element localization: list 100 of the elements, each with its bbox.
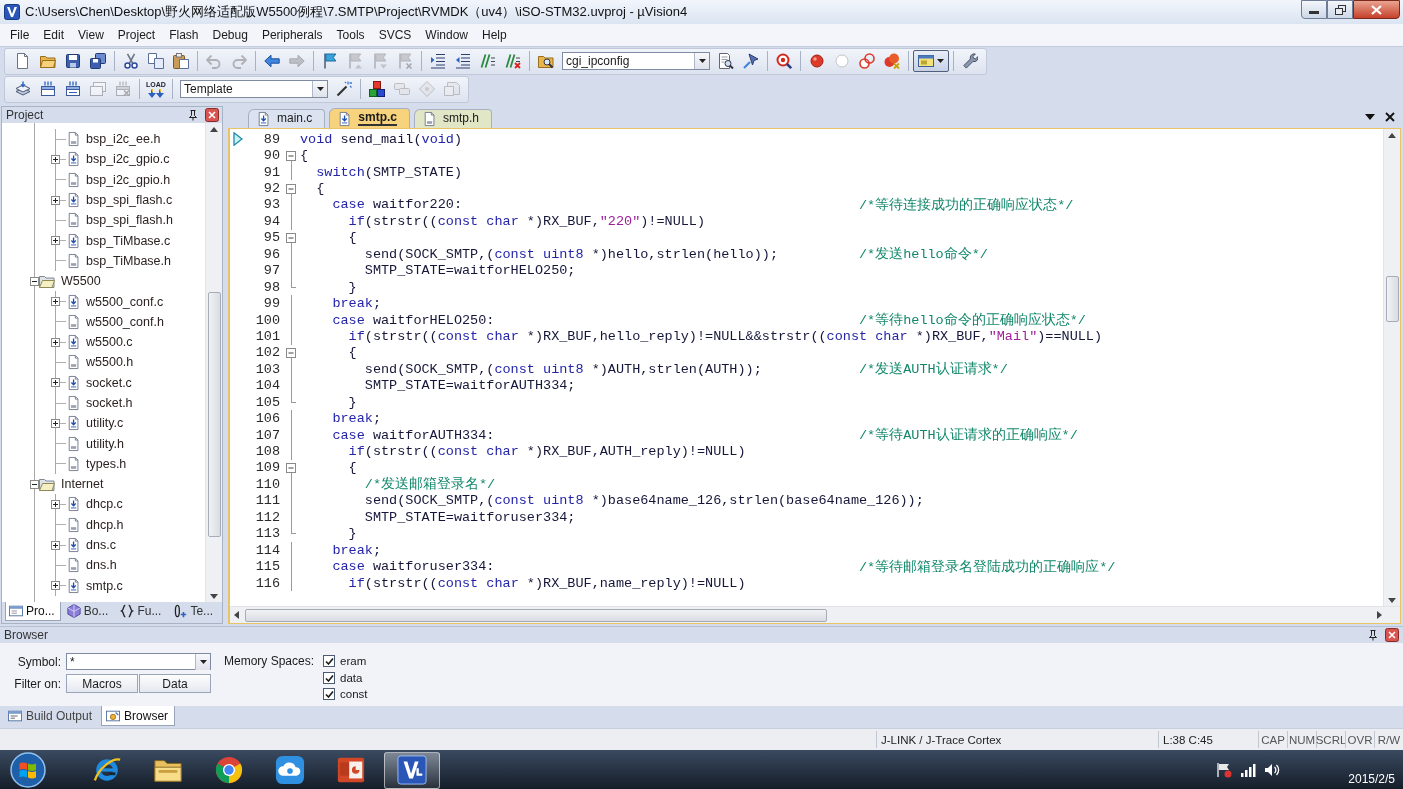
expand-icon[interactable]: [51, 540, 60, 550]
panel-tab[interactable]: Build Output: [3, 706, 100, 726]
editor-tab[interactable]: smtp.c: [329, 108, 411, 128]
scrollbar[interactable]: [205, 123, 222, 602]
checkbox[interactable]: [323, 655, 336, 668]
close-icon[interactable]: [1385, 628, 1399, 642]
close-icon: [1371, 4, 1382, 15]
line-number: 109: [254, 460, 281, 476]
expand-icon[interactable]: [51, 581, 60, 591]
menu-item[interactable]: View: [71, 26, 111, 44]
scrollbar[interactable]: [1383, 129, 1400, 606]
tree-group[interactable]: Internet: [61, 477, 104, 492]
expand-icon[interactable]: [51, 378, 60, 388]
tree-group[interactable]: W5500: [61, 274, 101, 289]
editor-tab[interactable]: main.c: [248, 109, 326, 128]
taskbar-button[interactable]: [384, 751, 440, 789]
speaker-icon[interactable]: [1264, 762, 1281, 778]
close-icon[interactable]: [1385, 112, 1395, 122]
debugger-status: J-LINK / J-Trace Cortex: [876, 731, 1158, 748]
tree-item[interactable]: utility.h: [86, 436, 124, 451]
window-menu-button[interactable]: [913, 50, 949, 72]
tree-item[interactable]: utility.c: [86, 416, 124, 431]
pin-icon[interactable]: [1367, 629, 1379, 641]
signal-bars-icon[interactable]: [1240, 762, 1257, 778]
maximize-button[interactable]: [1327, 0, 1353, 19]
menu-item[interactable]: Edit: [36, 26, 72, 44]
close-icon[interactable]: [205, 108, 219, 122]
scrollbar-thumb[interactable]: [1385, 276, 1399, 322]
checkbox-label[interactable]: const: [340, 688, 368, 701]
menu-item[interactable]: SVCS: [371, 26, 419, 44]
target-combo[interactable]: Template: [180, 80, 328, 98]
line-number: 114: [254, 542, 281, 558]
dropdown-icon[interactable]: [1365, 114, 1375, 120]
panel-tab[interactable]: Browser: [101, 706, 176, 726]
tree-item[interactable]: dhcp.c: [86, 497, 123, 512]
tree-item[interactable]: w5500.c: [86, 335, 133, 350]
caret-icon: [316, 87, 324, 91]
expand-icon[interactable]: [51, 500, 60, 509]
tree-item[interactable]: socket.c: [86, 375, 132, 390]
header-file-icon: [67, 435, 81, 452]
expand-icon[interactable]: [51, 337, 60, 347]
tree-item[interactable]: bsp_spi_flash.c: [86, 193, 173, 208]
menu-item[interactable]: File: [3, 26, 37, 44]
rings-icon: [859, 53, 875, 69]
tree-item[interactable]: bsp_TiMbase.h: [86, 253, 171, 268]
tree-item[interactable]: smtp.c: [86, 578, 123, 593]
menu-item[interactable]: Peripherals: [254, 26, 330, 44]
filter-button[interactable]: Macros: [66, 674, 138, 693]
expand-icon[interactable]: [51, 418, 60, 428]
scrollbar[interactable]: [230, 606, 1400, 623]
menu-item[interactable]: Debug: [205, 26, 255, 44]
menu-item[interactable]: Window: [418, 26, 475, 44]
editor-tab[interactable]: smtp.h: [414, 109, 493, 128]
find-combo[interactable]: cgi_ipconfig: [562, 52, 710, 70]
minimize-button[interactable]: [1301, 0, 1327, 19]
tree-item[interactable]: dhcp.h: [86, 517, 124, 532]
tree-item[interactable]: bsp_i2c_gpio.c: [86, 152, 170, 167]
expand-icon[interactable]: [51, 236, 60, 246]
tree-item[interactable]: w5500_conf.c: [86, 294, 164, 309]
tree-item[interactable]: bsp_i2c_ee.h: [86, 132, 161, 147]
tree-item[interactable]: types.h: [86, 456, 127, 471]
tree-item[interactable]: w5500_conf.h: [86, 314, 164, 329]
tree-item[interactable]: dns.h: [86, 558, 117, 573]
close-button[interactable]: [1353, 0, 1400, 19]
stack-icon: [444, 81, 460, 97]
line-number: 115: [254, 559, 281, 575]
scrollbar-thumb[interactable]: [245, 608, 827, 622]
flag-icon: [322, 53, 338, 69]
tree-item[interactable]: bsp_TiMbase.c: [86, 233, 171, 248]
checkbox[interactable]: [323, 688, 336, 701]
gem-book-icon: [66, 604, 81, 618]
collapse-icon[interactable]: [30, 276, 39, 286]
menu-item[interactable]: Tools: [329, 26, 372, 44]
tree-item[interactable]: bsp_spi_flash.h: [86, 213, 173, 228]
panel-tab[interactable]: Fu...: [116, 602, 168, 621]
tree-item[interactable]: socket.h: [86, 396, 133, 410]
symbol-combo[interactable]: *: [66, 653, 211, 670]
scrollbar-thumb[interactable]: [207, 292, 221, 537]
date-label[interactable]: 2015/2/5: [1348, 752, 1395, 788]
panel-tab[interactable]: Pro...: [5, 602, 61, 621]
checkbox[interactable]: [323, 671, 336, 684]
tree-item[interactable]: w5500.h: [86, 355, 134, 370]
dots-cross-icon: [884, 53, 900, 69]
expand-icon[interactable]: [51, 195, 60, 205]
expand-icon[interactable]: [51, 297, 60, 306]
expand-icon[interactable]: [51, 154, 60, 164]
tree-item[interactable]: dns.c: [86, 538, 116, 553]
pin-icon[interactable]: [187, 109, 199, 121]
filter-button[interactable]: Data: [139, 674, 211, 693]
menu-item[interactable]: Flash: [162, 26, 206, 44]
checkbox-label[interactable]: data: [340, 671, 363, 684]
collapse-icon[interactable]: [30, 479, 39, 489]
panel-tab[interactable]: Te...: [169, 602, 220, 621]
flag-icon[interactable]: [1216, 762, 1233, 778]
menu-item[interactable]: Help: [475, 26, 514, 44]
checkbox-label[interactable]: eram: [340, 655, 367, 668]
panel-tab[interactable]: Bo...: [62, 602, 115, 621]
field-label: Symbol:: [16, 654, 62, 669]
tree-item[interactable]: bsp_i2c_gpio.h: [86, 172, 171, 187]
menu-item[interactable]: Project: [110, 26, 163, 44]
